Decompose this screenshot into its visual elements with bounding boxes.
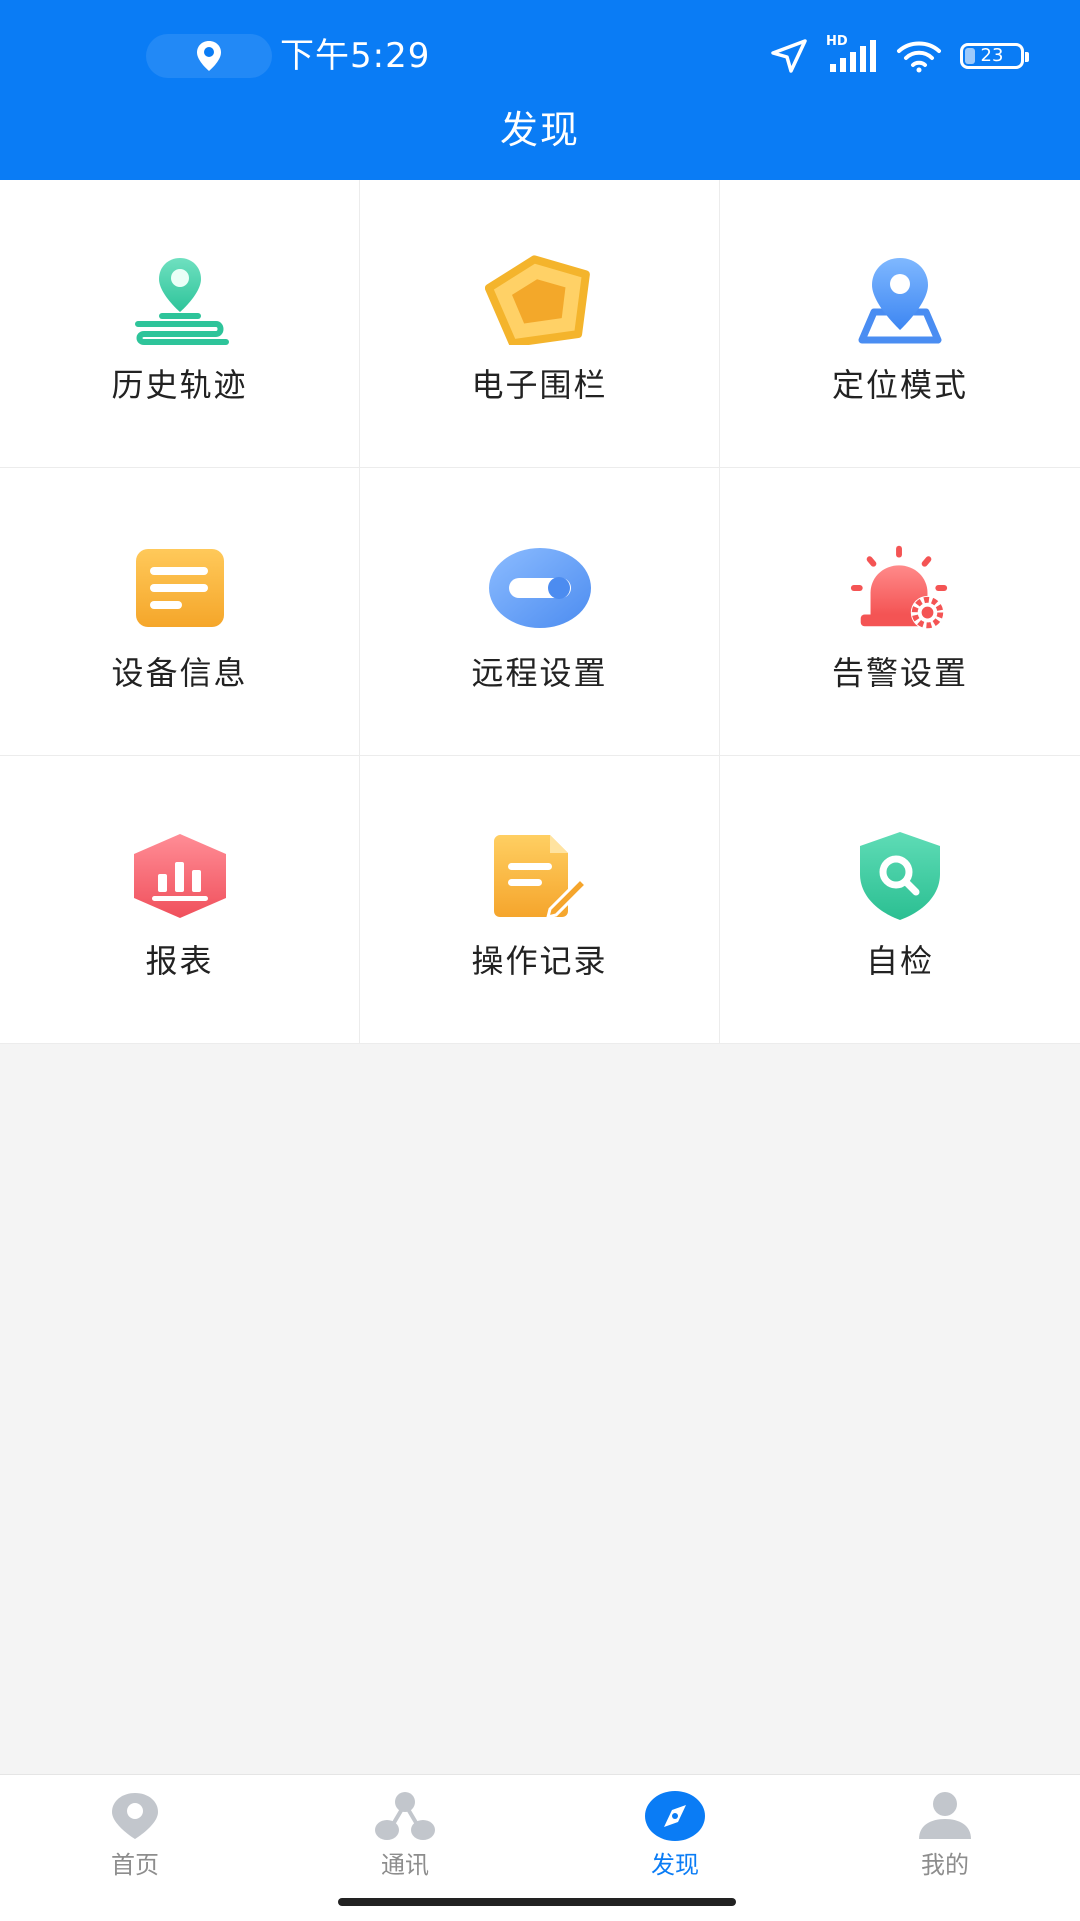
- grid-item-self-check[interactable]: 自检: [720, 756, 1080, 1044]
- feature-grid: 历史轨迹 电子围栏 定位模式 设备信息 远程设置 告警设置 报表 操作记录 自检: [0, 180, 1080, 1044]
- battery-indicator: 23: [960, 43, 1029, 69]
- nav-item-home[interactable]: 首页: [0, 1775, 270, 1921]
- nav-item-profile[interactable]: 我的: [810, 1775, 1080, 1921]
- status-time: 下午5:29: [280, 36, 431, 76]
- location-pin-icon: [197, 41, 221, 71]
- device-info-icon: [125, 538, 235, 638]
- nav-label: 首页: [111, 1851, 159, 1879]
- status-icons: HD 23: [770, 34, 1029, 76]
- grid-item-label: 设备信息: [111, 654, 248, 692]
- grid-item-history-track[interactable]: 历史轨迹: [0, 180, 360, 468]
- grid-item-label: 历史轨迹: [111, 366, 248, 404]
- navigation-arrow-icon: [771, 39, 807, 73]
- nav-label: 通讯: [381, 1851, 429, 1879]
- grid-item-remote-settings[interactable]: 远程设置: [360, 468, 720, 756]
- operation-record-icon: [485, 826, 595, 926]
- grid-item-device-info[interactable]: 设备信息: [0, 468, 360, 756]
- contacts-icon: [373, 1789, 437, 1843]
- self-check-icon: [845, 826, 955, 926]
- geofence-icon: [484, 250, 595, 350]
- history-track-icon: [125, 250, 235, 350]
- grid-item-operation-record[interactable]: 操作记录: [360, 756, 720, 1044]
- alarm-settings-icon: [845, 538, 955, 638]
- wifi-icon: [897, 41, 941, 73]
- grid-item-alarm-settings[interactable]: 告警设置: [720, 468, 1080, 756]
- grid-item-label: 报表: [145, 942, 214, 980]
- top-bar: 下午5:29 HD 23 发现: [0, 0, 1080, 180]
- nav-label: 我的: [921, 1851, 969, 1879]
- grid-item-label: 电子围栏: [471, 366, 608, 404]
- nav-label: 发现: [651, 1851, 699, 1879]
- report-icon: [125, 826, 235, 926]
- profile-icon: [913, 1789, 977, 1843]
- signal-bars-icon: [830, 40, 876, 72]
- grid-item-location-mode[interactable]: 定位模式: [720, 180, 1080, 468]
- home-location-icon: [103, 1789, 167, 1843]
- cellular-signal: HD: [826, 34, 878, 74]
- page-title: 发现: [499, 108, 580, 152]
- location-mode-icon: [845, 250, 955, 350]
- battery-level: 23: [980, 45, 1004, 66]
- grid-item-label: 操作记录: [471, 942, 608, 980]
- grid-item-label: 定位模式: [831, 366, 968, 404]
- grid-item-geofence[interactable]: 电子围栏: [360, 180, 720, 468]
- home-indicator[interactable]: [338, 1898, 736, 1906]
- grid-item-label: 远程设置: [471, 654, 608, 692]
- grid-item-label: 自检: [865, 942, 934, 980]
- compass-icon: [643, 1789, 707, 1843]
- grid-item-report[interactable]: 报表: [0, 756, 360, 1044]
- location-indicator: [146, 34, 272, 78]
- grid-item-label: 告警设置: [831, 654, 968, 692]
- battery-fill: [965, 48, 975, 64]
- remote-settings-icon: [485, 538, 595, 638]
